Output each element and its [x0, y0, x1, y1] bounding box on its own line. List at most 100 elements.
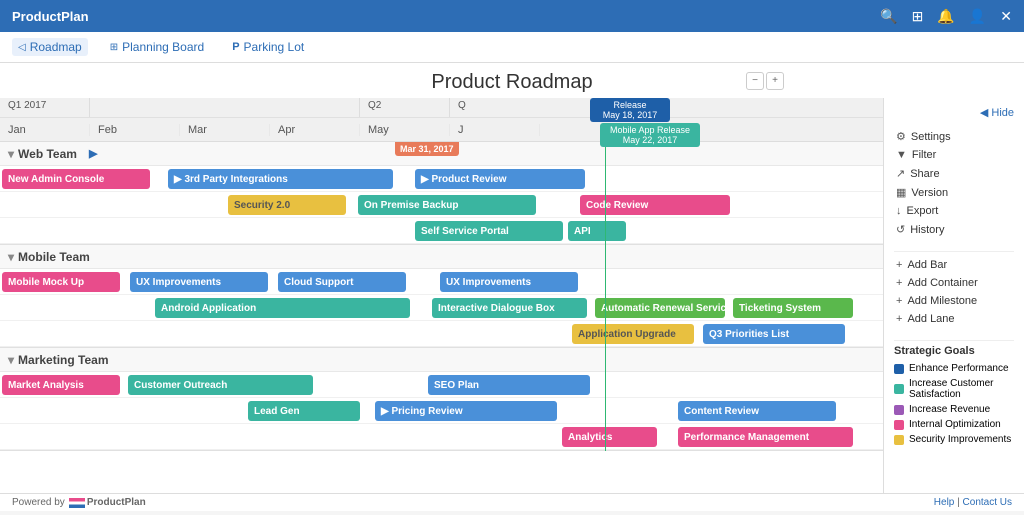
web-row-3: Self Service Portal API — [0, 218, 883, 244]
zoom-out-btn[interactable]: − — [746, 72, 764, 90]
go-live-marker: Go LiveMar 31, 2017 — [395, 142, 459, 156]
sidebar-item-settings[interactable]: ⚙ Settings — [894, 127, 1014, 146]
milestone-line — [605, 142, 606, 451]
settings-label: Settings — [911, 131, 951, 143]
bar-on-premise-backup[interactable]: On Premise Backup — [358, 195, 536, 215]
legend-label-revenue: Increase Revenue — [909, 404, 990, 415]
roadmap-tab-label: Roadmap — [30, 40, 82, 54]
marketing-collapse-icon[interactable]: ▾ — [8, 353, 14, 367]
bar-customer-outreach[interactable]: Customer Outreach — [128, 375, 313, 395]
quarter-labels: Q1 2017 Q2 Q — [0, 98, 883, 118]
sidebar-item-history[interactable]: ↺ History — [894, 220, 1014, 239]
sidebar-item-share[interactable]: ↗ Share — [894, 164, 1014, 183]
help-link[interactable]: Help — [934, 497, 955, 508]
sidebar-item-version[interactable]: ▦ Version — [894, 183, 1014, 202]
month-jun: J — [450, 124, 540, 136]
sidebar-item-filter[interactable]: ▼ Filter — [894, 146, 1014, 164]
web-team-collapse-icon[interactable]: ▾ — [8, 147, 14, 161]
legend-title: Strategic Goals — [894, 345, 1014, 357]
hide-sidebar-btn[interactable]: ◀ Hide — [894, 106, 1014, 119]
bar-pricing-review[interactable]: ▶ Pricing Review — [375, 401, 557, 421]
bar-market-analysis[interactable]: Market Analysis — [2, 375, 120, 395]
user-icon[interactable]: 👤 — [969, 8, 986, 25]
marketing-row-3: Analytics Performance Management — [0, 424, 883, 450]
mobile-team-collapse-icon[interactable]: ▾ — [8, 250, 14, 264]
bar-3rd-party-integrations[interactable]: ▶ 3rd Party Integrations — [168, 169, 393, 189]
mobile-row-2: Android Application Interactive Dialogue… — [0, 295, 883, 321]
add-milestone-label: Add Milestone — [907, 295, 977, 307]
bar-seo-plan[interactable]: SEO Plan — [428, 375, 590, 395]
marketing-row-2: Lead Gen ▶ Pricing Review Content Review — [0, 398, 883, 424]
bar-performance-mgmt[interactable]: Performance Management — [678, 427, 853, 447]
sidebar-item-export[interactable]: ↓ Export — [894, 202, 1014, 220]
version-label: Version — [911, 187, 948, 199]
legend-label-security: Security Improvements — [909, 434, 1011, 445]
bar-new-admin-console[interactable]: New Admin Console — [2, 169, 150, 189]
add-bar-icon: + — [896, 259, 902, 271]
bar-code-review[interactable]: Code Review — [580, 195, 730, 215]
bar-android-app[interactable]: Android Application — [155, 298, 410, 318]
sidebar-item-add-lane[interactable]: + Add Lane — [894, 310, 1014, 328]
marketing-team-label: Marketing Team — [18, 353, 108, 367]
planning-tab-label: Planning Board — [122, 40, 204, 54]
bar-content-review[interactable]: Content Review — [678, 401, 836, 421]
bar-ux-improvements-2[interactable]: UX Improvements — [440, 272, 578, 292]
bar-lead-gen[interactable]: Lead Gen — [248, 401, 360, 421]
pp-flag-icon — [69, 498, 85, 508]
main-layout: Q1 2017 Q2 Q Jan Feb Mar Apr May J Relea… — [0, 98, 1024, 493]
tab-roadmap[interactable]: ◁ Roadmap — [12, 38, 88, 56]
bar-self-service-portal[interactable]: Self Service Portal — [415, 221, 563, 241]
contact-link[interactable]: Contact Us — [963, 497, 1012, 508]
corner-buttons: − + — [746, 72, 784, 90]
bar-app-upgrade[interactable]: Application Upgrade — [572, 324, 694, 344]
add-milestone-icon: + — [896, 295, 902, 307]
mobile-release-title: Mobile App Release — [605, 125, 695, 135]
top-icons: 🔍 ⊞ 🔔 👤 ✕ — [880, 8, 1012, 25]
close-icon[interactable]: ✕ — [1000, 8, 1012, 25]
bar-automatic-renewal[interactable]: Automatic Renewal Service — [595, 298, 725, 318]
bar-cloud-support[interactable]: Cloud Support — [278, 272, 406, 292]
sidebar-legend-section: Strategic Goals Enhance Performance Incr… — [894, 345, 1014, 447]
legend-dot-enhance — [894, 364, 904, 374]
sidebar-item-add-bar[interactable]: + Add Bar — [894, 256, 1014, 274]
month-jan: Jan — [0, 124, 90, 136]
sidebar: ◀ Hide ⚙ Settings ▼ Filter ↗ Share ▦ Ver… — [884, 98, 1024, 493]
lane-web-team: ▾ Web Team ▶ New Admin Console ▶ 3rd Par… — [0, 142, 883, 245]
bar-analytics[interactable]: Analytics — [562, 427, 657, 447]
powered-by-text: Powered by — [12, 497, 65, 508]
web-team-add-icon[interactable]: ▶ — [89, 147, 97, 160]
bell-icon[interactable]: 🔔 — [937, 8, 954, 25]
search-icon[interactable]: 🔍 — [880, 8, 897, 25]
bar-product-review[interactable]: ▶ Product Review — [415, 169, 585, 189]
bar-security-2[interactable]: Security 2.0 — [228, 195, 346, 215]
sidebar-item-add-container[interactable]: + Add Container — [894, 274, 1014, 292]
sidebar-settings-section: ⚙ Settings ▼ Filter ↗ Share ▦ Version ↓ … — [894, 127, 1014, 239]
roadmap-tab-icon: ◁ — [18, 42, 26, 53]
legend-enhance-performance: Enhance Performance — [894, 361, 1014, 376]
bar-mobile-mockup[interactable]: Mobile Mock Up — [2, 272, 120, 292]
legend-dot-satisfaction — [894, 384, 904, 394]
lane-mobile-team: ▾ Mobile Team Go LiveMar 31, 2017 Mobile… — [0, 245, 883, 348]
productplan-footer-logo: ProductPlan — [69, 497, 146, 508]
bar-api[interactable]: API — [568, 221, 626, 241]
release-label: Release May 18, 2017 — [590, 98, 670, 122]
legend-dot-security — [894, 435, 904, 445]
bar-ticketing-system[interactable]: Ticketing System — [733, 298, 853, 318]
add-container-label: Add Container — [907, 277, 977, 289]
mobile-release-date: May 22, 2017 — [605, 135, 695, 145]
layers-icon[interactable]: ⊞ — [912, 8, 924, 25]
bar-q3-priorities[interactable]: Q3 Priorities List — [703, 324, 845, 344]
release-title: Release — [595, 100, 665, 110]
sub-header: ◁ Roadmap ⊞ Planning Board P Parking Lot — [0, 32, 1024, 63]
sidebar-item-add-milestone[interactable]: + Add Milestone — [894, 292, 1014, 310]
timeline-header: Q1 2017 Q2 Q Jan Feb Mar Apr May J Relea… — [0, 98, 883, 142]
tab-planning-board[interactable]: ⊞ Planning Board — [104, 38, 210, 56]
add-lane-label: Add Lane — [907, 313, 954, 325]
add-container-icon: + — [896, 277, 902, 289]
tab-parking-lot[interactable]: P Parking Lot — [226, 38, 310, 56]
bar-interactive-dialogue[interactable]: Interactive Dialogue Box — [432, 298, 587, 318]
pp-brand-strong: ProductPlan — [87, 497, 146, 508]
bar-ux-improvements-1[interactable]: UX Improvements — [130, 272, 268, 292]
q1-label: Q1 2017 — [0, 98, 90, 117]
zoom-in-btn[interactable]: + — [766, 72, 784, 90]
